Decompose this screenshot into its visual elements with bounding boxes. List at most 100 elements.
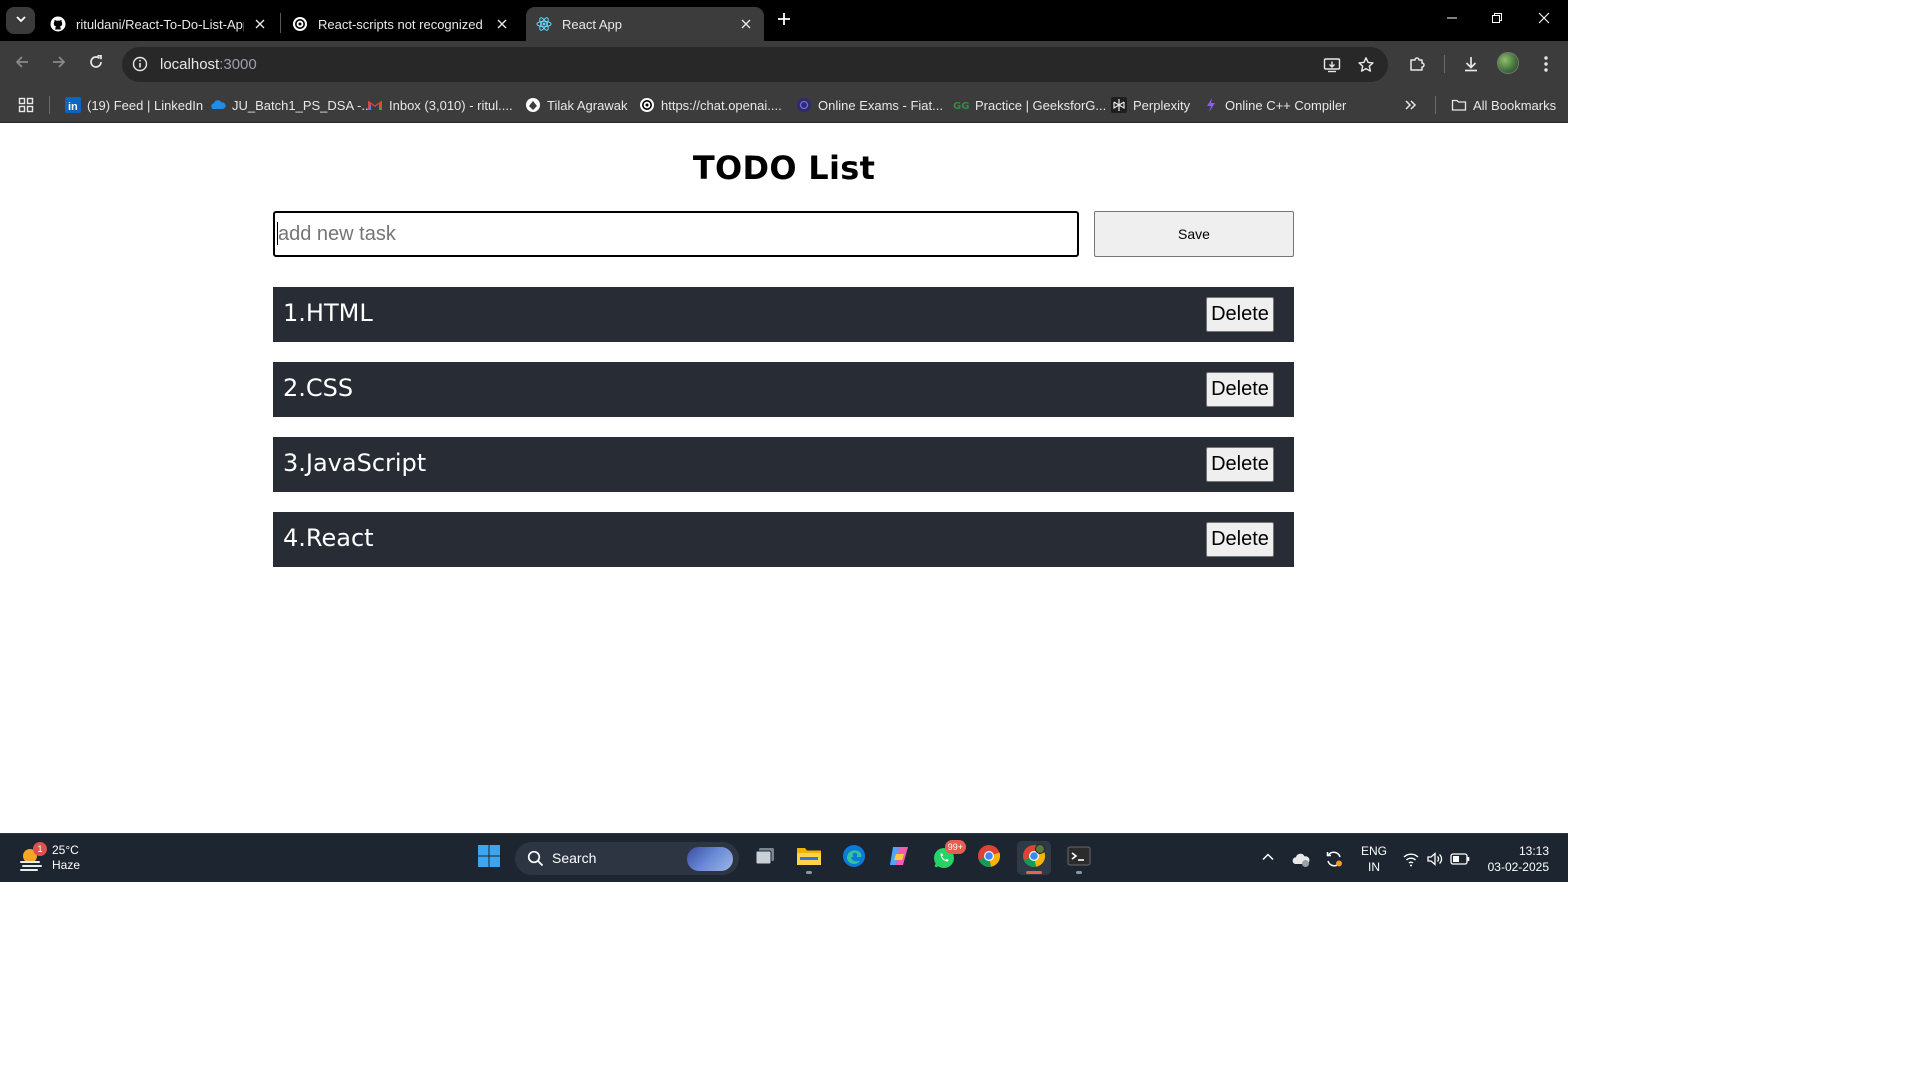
bookmark-online-exams[interactable]: Online Exams - Fiat... — [796, 95, 943, 115]
show-hidden-icons-button[interactable] — [1258, 849, 1278, 869]
save-button[interactable]: Save — [1094, 211, 1294, 257]
running-indicator — [1076, 871, 1082, 874]
close-window-button[interactable] — [1529, 6, 1559, 34]
bookmarks-divider — [49, 96, 50, 114]
language-indicator[interactable]: ENG IN — [1361, 843, 1387, 875]
back-button[interactable] — [10, 52, 34, 76]
terminal-icon — [1067, 844, 1091, 873]
battery-icon[interactable] — [1450, 849, 1470, 869]
chrome-button[interactable] — [972, 841, 1006, 875]
restore-button[interactable] — [1482, 6, 1512, 34]
clock-time: 13:13 — [1518, 844, 1549, 858]
reload-button[interactable] — [84, 52, 108, 76]
file-explorer-button[interactable] — [792, 841, 826, 875]
bookmark-label: https://chat.openai.... — [661, 97, 782, 113]
task-row: 3.JavaScript Delete — [273, 437, 1294, 492]
bookmark-label: Tilak Agrawak — [547, 97, 628, 113]
address-host: localhost — [160, 56, 220, 73]
profile-avatar[interactable] — [1497, 52, 1519, 74]
task-text: 4.React — [283, 524, 374, 552]
weather-widget[interactable]: 1 25°C Haze — [18, 841, 80, 875]
bookmark-chatgpt[interactable]: https://chat.openai.... — [639, 95, 782, 115]
bookmark-linkedin[interactable]: in (19) Feed | LinkedIn — [65, 95, 203, 115]
volume-icon[interactable] — [1425, 849, 1445, 869]
bookmark-tilak[interactable]: Tilak Agrawak — [525, 95, 627, 115]
react-icon — [536, 16, 552, 32]
tab-search-button[interactable] — [6, 7, 35, 34]
star-icon[interactable] — [1356, 55, 1376, 75]
whatsapp-button[interactable]: 99+ — [927, 840, 966, 875]
chevron-up-icon — [1261, 850, 1275, 869]
chrome-profile-icon — [1022, 843, 1046, 873]
search-highlight-image — [687, 847, 733, 871]
delete-button[interactable]: Delete — [1206, 297, 1274, 332]
download-icon[interactable] — [1459, 52, 1483, 76]
apps-grid-icon — [18, 97, 34, 113]
exam-icon — [796, 97, 812, 113]
bookmark-perplexity[interactable]: Perplexity — [1111, 95, 1190, 115]
site-info-icon[interactable] — [131, 55, 149, 73]
onedrive-tray-icon[interactable] — [1291, 849, 1311, 869]
bookmark-gmail[interactable]: Inbox (3,010) - ritul.... — [367, 95, 513, 115]
tab-react-app[interactable]: React App — [526, 7, 764, 41]
start-button[interactable] — [472, 841, 506, 875]
taskbar-search[interactable]: Search — [515, 842, 739, 875]
terminal-button[interactable] — [1062, 841, 1096, 875]
bookmark-onedrive[interactable]: JU_Batch1_PS_DSA -... — [210, 95, 372, 115]
address-port: :3000 — [219, 56, 257, 73]
bookmark-cpp-compiler[interactable]: Online C++ Compiler — [1203, 95, 1346, 115]
address-bar[interactable]: localhost:3000 — [122, 47, 1388, 82]
install-app-icon[interactable] — [1322, 55, 1342, 75]
new-task-input[interactable] — [273, 211, 1079, 257]
new-tab-button[interactable] — [772, 9, 796, 33]
system-clock[interactable]: 13:13 03-02-2025 — [1479, 843, 1549, 875]
chrome-profile-button[interactable] — [1017, 841, 1051, 875]
all-bookmarks-button[interactable]: All Bookmarks — [1451, 95, 1556, 115]
github-icon — [50, 16, 66, 32]
tab-github[interactable]: rituldani/React-To-Do-List-App — [40, 7, 278, 41]
bookmark-label: JU_Batch1_PS_DSA -... — [232, 97, 373, 113]
weather-temp: 25°C — [52, 843, 79, 857]
task-list: 1.HTML Delete 2.CSS Delete 3.JavaScript … — [273, 287, 1294, 587]
minimize-icon — [1446, 11, 1458, 29]
forward-button[interactable] — [47, 52, 71, 76]
delete-button[interactable]: Delete — [1206, 447, 1274, 482]
more-menu-icon[interactable] — [1534, 52, 1558, 76]
task-row: 2.CSS Delete — [273, 362, 1294, 417]
sync-icon[interactable] — [1324, 849, 1344, 869]
page-content: TODO List Save 1.HTML Delete 2.CSS Delet… — [0, 123, 1568, 833]
minimize-button[interactable] — [1437, 6, 1467, 34]
weather-condition: Haze — [52, 858, 81, 872]
gmail-icon — [367, 97, 383, 113]
task-view-button[interactable] — [748, 841, 782, 875]
task-text: 2.CSS — [283, 374, 354, 402]
reload-icon — [88, 54, 104, 75]
extensions-icon[interactable] — [1405, 52, 1429, 76]
weather-text: 25°C Haze — [52, 843, 80, 873]
arrow-right-icon — [51, 54, 67, 75]
browser-toolbar: localhost:3000 — [0, 41, 1568, 87]
delete-button[interactable]: Delete — [1206, 372, 1274, 407]
more-bookmarks-button[interactable] — [1403, 95, 1425, 115]
chevron-down-icon — [15, 12, 27, 30]
wifi-icon[interactable] — [1401, 849, 1421, 869]
perplexity-icon — [1111, 97, 1127, 113]
delete-button[interactable]: Delete — [1206, 522, 1274, 557]
close-icon[interactable] — [494, 16, 510, 32]
task-text: 1.HTML — [283, 299, 373, 327]
bookmark-label: Inbox (3,010) - ritul.... — [389, 97, 513, 113]
close-icon[interactable] — [252, 16, 268, 32]
language-code: ENG — [1361, 844, 1388, 858]
copilot-icon — [887, 844, 911, 873]
close-icon[interactable] — [738, 16, 754, 32]
edge-button[interactable] — [837, 841, 871, 875]
address-url: localhost:3000 — [160, 56, 257, 73]
apps-button[interactable] — [18, 95, 40, 115]
copilot-button[interactable] — [882, 841, 916, 875]
tab-divider — [280, 13, 281, 33]
active-indicator — [1026, 871, 1042, 874]
folder-icon — [1451, 97, 1467, 113]
text-cursor — [277, 222, 278, 245]
bookmark-geeksforgeeks[interactable]: GG Practice | GeeksforG... — [953, 95, 1106, 115]
tab-react-scripts[interactable]: React-scripts not recognized — [282, 7, 520, 41]
